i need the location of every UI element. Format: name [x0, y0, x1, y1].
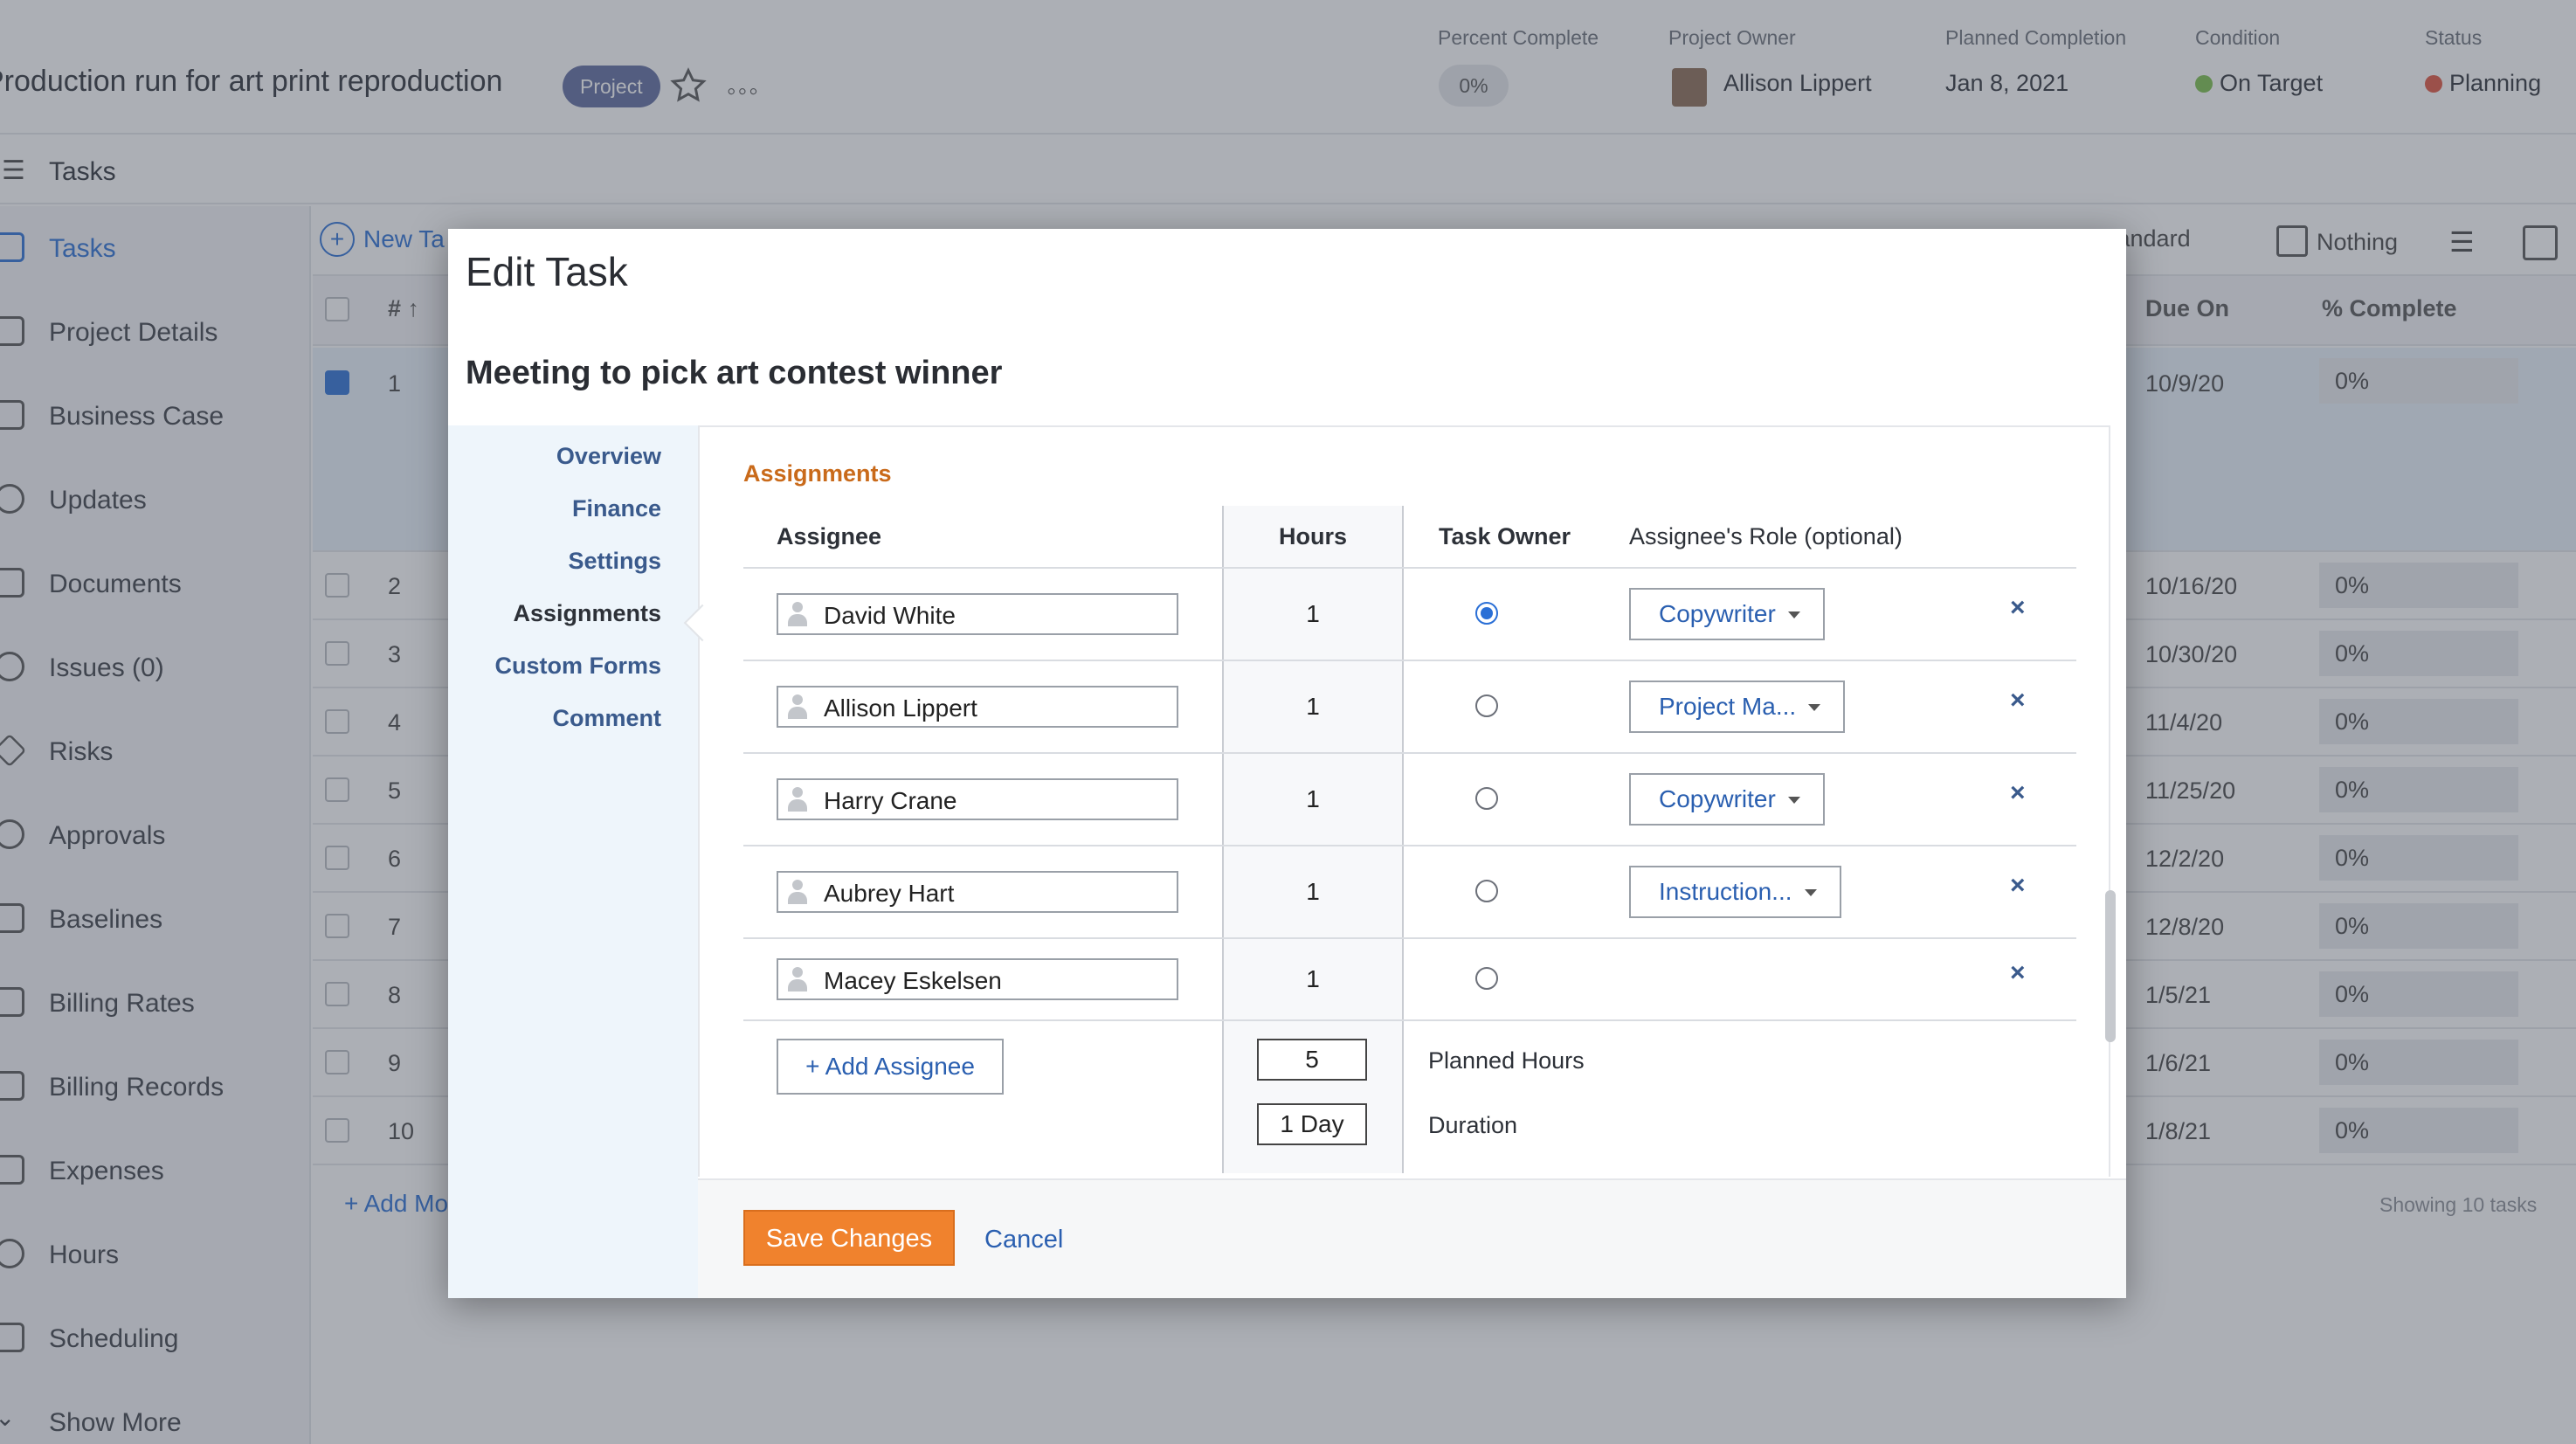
- remove-assignee-button[interactable]: ×: [2010, 778, 2026, 808]
- assignment-hours[interactable]: 1: [1222, 965, 1404, 993]
- cancel-button[interactable]: Cancel: [984, 1226, 1063, 1254]
- edit-task-dialog: Edit Task Meeting to pick art contest wi…: [448, 229, 2126, 1298]
- nav-comment[interactable]: Comment: [552, 705, 661, 732]
- person-icon: [787, 967, 808, 991]
- task-owner-radio[interactable]: [1475, 787, 1498, 810]
- add-assignee-button[interactable]: + Add Assignee: [777, 1039, 1004, 1095]
- save-changes-button[interactable]: Save Changes: [743, 1210, 955, 1266]
- assignment-row: Harry Crane 1 Copywriter ×: [700, 754, 2112, 846]
- nav-overview[interactable]: Overview: [556, 443, 661, 470]
- header-hours: Hours: [1278, 523, 1347, 549]
- task-owner-radio[interactable]: [1475, 602, 1498, 625]
- person-icon: [787, 602, 808, 626]
- role-dropdown[interactable]: Copywriter: [1629, 588, 1825, 640]
- person-icon: [787, 787, 808, 812]
- nav-finance[interactable]: Finance: [572, 495, 661, 522]
- nav-custom-forms[interactable]: Custom Forms: [494, 653, 661, 680]
- assignee-field[interactable]: Harry Crane: [777, 778, 1178, 820]
- task-name: Meeting to pick art contest winner: [466, 355, 1003, 391]
- assignment-row: Macey Eskelsen 1 ×: [700, 934, 2112, 1026]
- task-owner-radio[interactable]: [1475, 880, 1498, 902]
- assignment-hours[interactable]: 1: [1222, 693, 1404, 721]
- assignment-hours[interactable]: 1: [1222, 785, 1404, 813]
- dialog-footer: Save Changes Cancel: [698, 1178, 2126, 1298]
- duration-field[interactable]: 1 Day: [1257, 1103, 1367, 1145]
- assignment-row: Aubrey Hart 1 Instruction... ×: [700, 846, 2112, 939]
- assignment-row: Allison Lippert 1 Project Ma... ×: [700, 661, 2112, 754]
- person-icon: [787, 880, 808, 904]
- task-owner-radio[interactable]: [1475, 694, 1498, 717]
- caret-down-icon: [1787, 611, 1800, 618]
- planned-hours-field[interactable]: 5: [1257, 1039, 1367, 1081]
- assignment-hours[interactable]: 1: [1222, 600, 1404, 628]
- assignment-row: David White 1 Copywriter ×: [700, 569, 2112, 661]
- task-owner-radio[interactable]: [1475, 967, 1498, 990]
- dialog-nav: Overview Finance Settings Assignments Cu…: [448, 425, 698, 1298]
- header-assignee: Assignee: [777, 523, 882, 549]
- assignments-panel: Assignments Assignee Hours Task Owner As…: [698, 425, 2110, 1177]
- scrollbar[interactable]: [2105, 890, 2116, 1042]
- divider: [743, 1019, 2076, 1021]
- assignee-field[interactable]: Macey Eskelsen: [777, 958, 1178, 1000]
- assignee-field[interactable]: Allison Lippert: [777, 686, 1178, 728]
- role-dropdown[interactable]: Instruction...: [1629, 866, 1841, 918]
- remove-assignee-button[interactable]: ×: [2010, 686, 2026, 715]
- header-task-owner: Task Owner: [1439, 523, 1571, 549]
- header-role: Assignee's Role (optional): [1629, 523, 1903, 549]
- assignment-hours[interactable]: 1: [1222, 878, 1404, 906]
- role-dropdown[interactable]: Copywriter: [1629, 773, 1825, 826]
- nav-assignments[interactable]: Assignments: [513, 600, 661, 627]
- remove-assignee-button[interactable]: ×: [2010, 871, 2026, 901]
- assignee-field[interactable]: David White: [777, 593, 1178, 635]
- section-heading: Assignments: [743, 460, 892, 487]
- assignee-field[interactable]: Aubrey Hart: [777, 871, 1178, 913]
- person-icon: [787, 694, 808, 719]
- nav-settings[interactable]: Settings: [568, 548, 661, 575]
- duration-label: Duration: [1428, 1112, 1518, 1138]
- remove-assignee-button[interactable]: ×: [2010, 593, 2026, 623]
- dialog-title: Edit Task: [466, 249, 628, 294]
- caret-down-icon: [1787, 797, 1800, 804]
- caret-down-icon: [1808, 704, 1821, 711]
- planned-hours-label: Planned Hours: [1428, 1047, 1585, 1074]
- role-dropdown[interactable]: Project Ma...: [1629, 681, 1846, 733]
- caret-down-icon: [1804, 889, 1817, 896]
- remove-assignee-button[interactable]: ×: [2010, 958, 2026, 988]
